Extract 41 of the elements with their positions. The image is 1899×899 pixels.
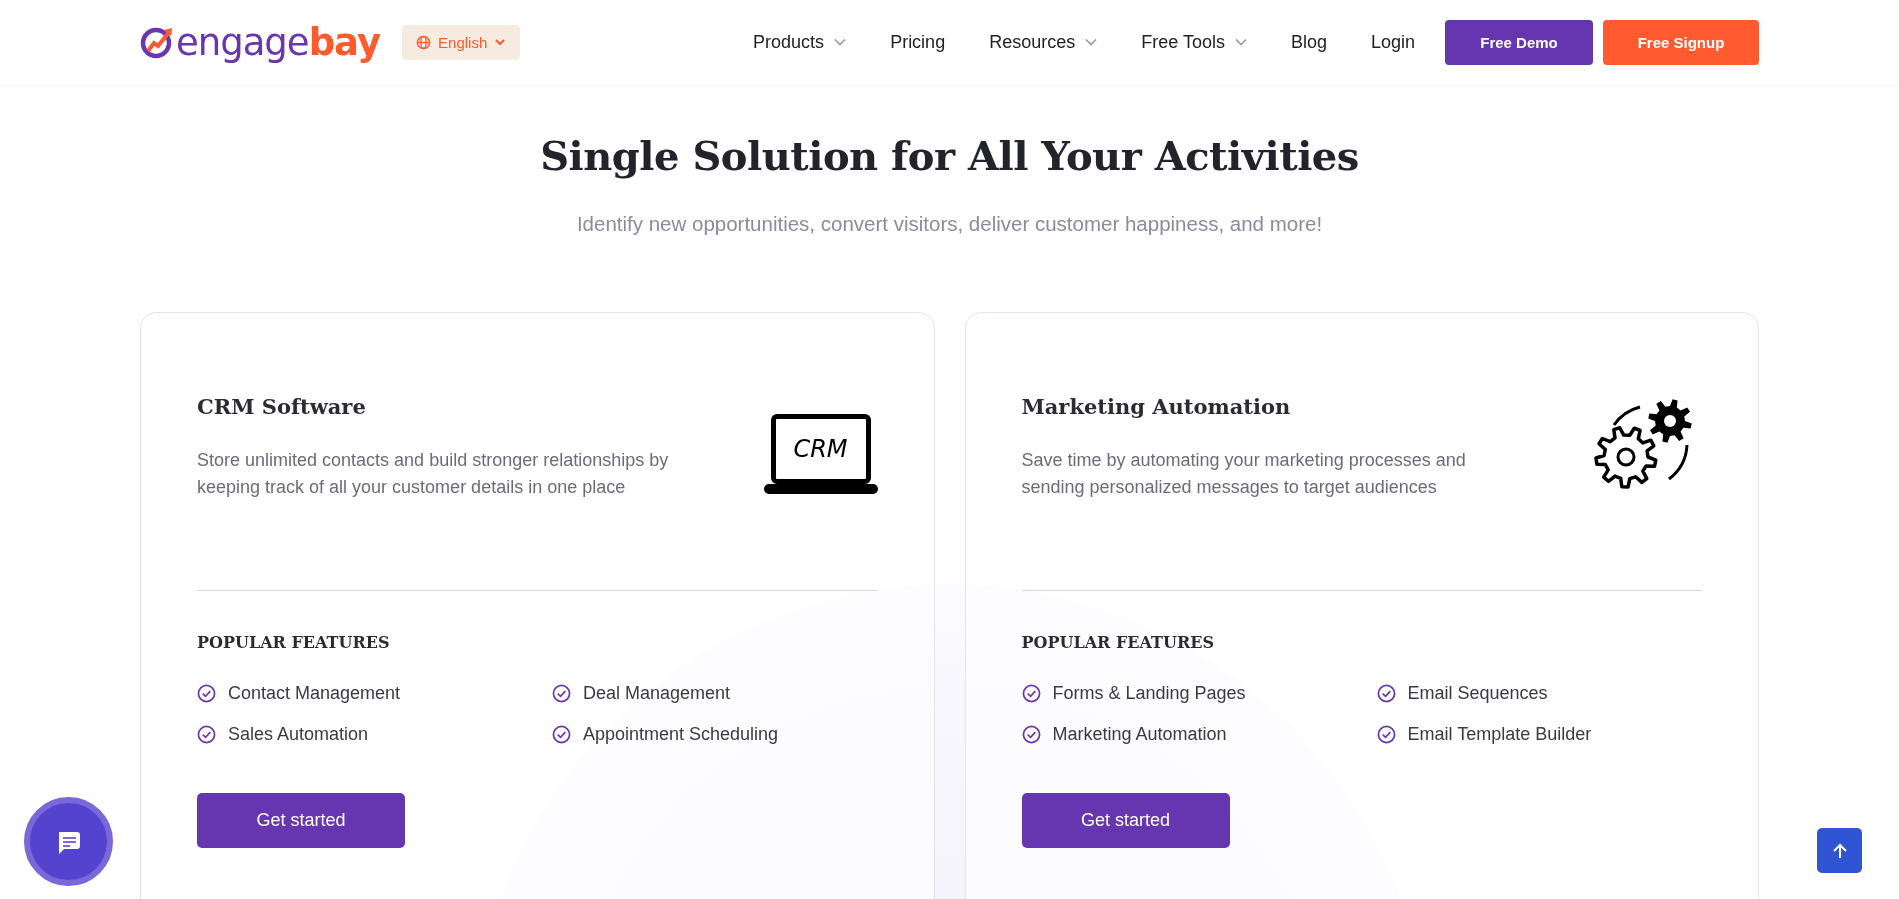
card-title: CRM Software: [197, 394, 367, 419]
nav-link[interactable]: Resources: [967, 31, 1120, 53]
chevron-down-icon: [834, 38, 847, 46]
section-title: Single Solution for All Your Activities: [539, 131, 1360, 179]
chevron-down-icon: [494, 36, 507, 48]
demo-button[interactable]: Free Demo: [1445, 19, 1593, 65]
check-icon: [197, 725, 216, 744]
check-icon: [1021, 684, 1041, 703]
feature-label: Deal Management: [583, 683, 731, 704]
card-description: Save time by automating your marketing processes and sending personalized messages to target audiences: [1021, 449, 1467, 499]
engagebay-logo[interactable]: engagebay: [140, 20, 381, 64]
feature-label: Appointment Scheduling: [583, 724, 779, 745]
check-icon: [1376, 684, 1396, 703]
nav-link[interactable]: Blog: [1268, 31, 1349, 53]
feature-label: Sales Automation: [228, 724, 369, 745]
get-started-button[interactable]: Get started: [1021, 793, 1230, 848]
features-heading: POPULAR FEATURES: [1021, 633, 1215, 652]
check-icon: [552, 725, 571, 744]
card-description: Store unlimited contacts and build stronger relationships by keeping track of all your customer details in one place: [197, 449, 670, 499]
nav-link[interactable]: Login: [1348, 31, 1437, 53]
check-icon: [1021, 725, 1041, 744]
nav-link[interactable]: Pricing: [868, 31, 968, 53]
get-started-button[interactable]: Get started: [197, 793, 405, 848]
logo-icon: [140, 25, 174, 59]
check-icon: [1376, 725, 1396, 744]
scroll-top-button[interactable]: [1817, 828, 1862, 873]
check-icon: [197, 684, 216, 703]
feature-label: Email Sequences: [1407, 683, 1548, 704]
nav-link[interactable]: Free Tools: [1119, 31, 1269, 53]
check-icon: [552, 684, 571, 703]
chevron-down-icon: [1234, 38, 1247, 46]
card-title: Marketing Automation: [1021, 394, 1292, 419]
section-subtitle: Identify new opportunities, convert visitors, deliver customer happiness, and more!: [575, 212, 1324, 236]
feature-label: Email Template Builder: [1407, 724, 1592, 745]
features-heading: POPULAR FEATURES: [197, 633, 391, 652]
chevron-down-icon: [1085, 38, 1098, 46]
feature-label: Contact Management: [228, 683, 401, 704]
feature-label: Forms & Landing Pages: [1052, 683, 1246, 704]
globe-icon: [416, 34, 432, 50]
nav-link[interactable]: Products: [731, 31, 869, 53]
feature-label: Marketing Automation: [1052, 724, 1227, 745]
